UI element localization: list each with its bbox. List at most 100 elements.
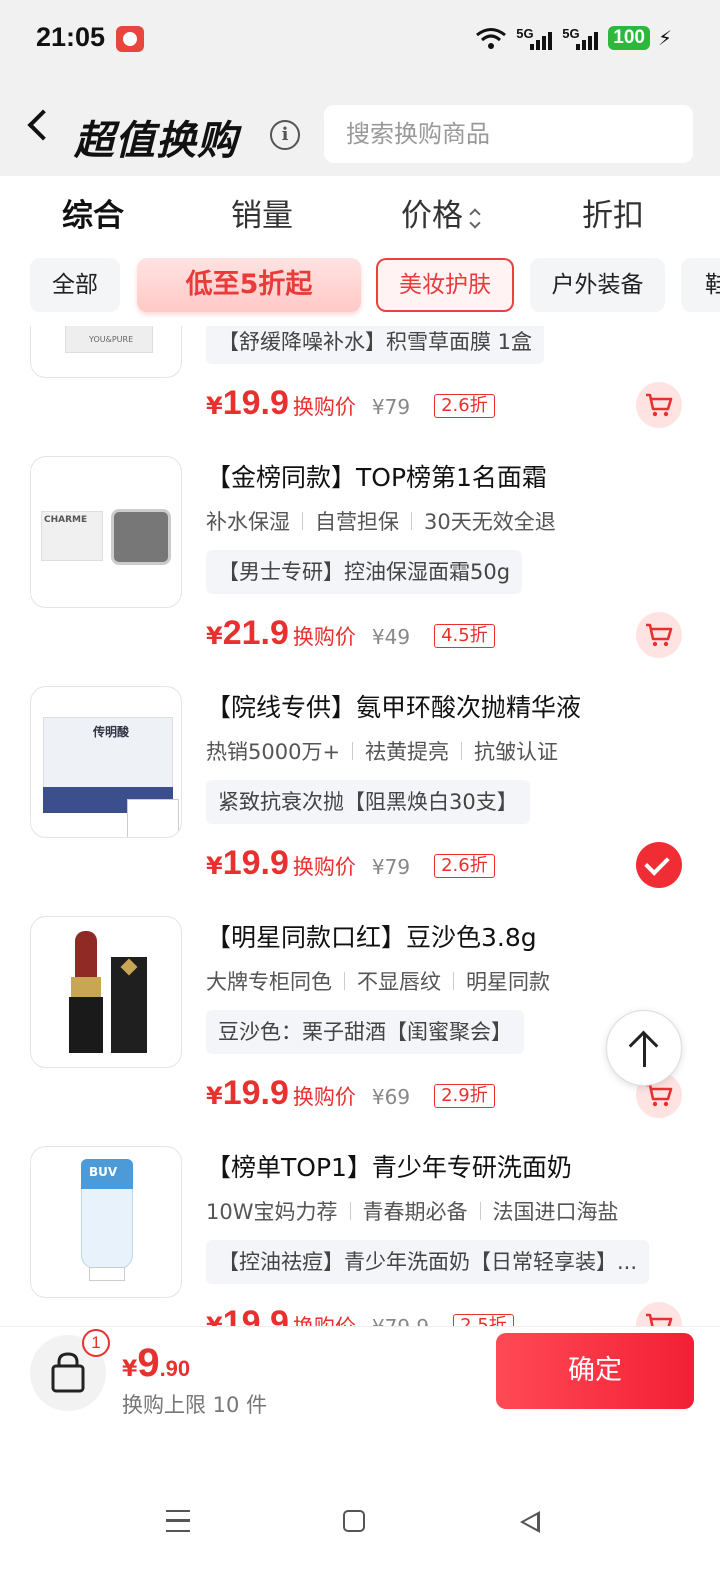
exchange-price: 19.9 — [222, 844, 289, 882]
price-row: ¥ 19.9 换购价 ¥69 2.9折 — [206, 1074, 495, 1118]
product-thumbnail: BUV — [30, 1146, 182, 1298]
exchange-price: 19.9 — [222, 1304, 289, 1326]
thumb-brand: CHARME — [44, 515, 88, 525]
original-price: ¥69 — [371, 1085, 411, 1109]
exchange-price-label: 换购价 — [292, 855, 356, 879]
info-icon[interactable]: i — [270, 120, 300, 150]
exchange-price-label: 换购价 — [292, 1085, 356, 1109]
total-currency: ¥ — [122, 1357, 138, 1382]
product-item[interactable]: 传明酸 【院线专供】氨甲环酸次抛精华液 热销5000万+ 祛黄提亮 抗皱认证 紧… — [0, 686, 720, 916]
product-tag: 热销5000万+ — [206, 740, 341, 764]
product-title[interactable]: 【院线专供】氨甲环酸次抛精华液 — [206, 688, 581, 724]
price-row: ¥ 21.9 换购价 ¥49 4.5折 — [206, 614, 495, 658]
sort-tab-price[interactable]: 价格 — [401, 190, 481, 235]
exchange-limit-text: 换购上限 10 件 — [122, 1393, 268, 1417]
sort-arrows-icon — [469, 206, 481, 230]
page-title: 超值换购 — [74, 118, 238, 164]
original-price: ¥79 — [371, 855, 411, 879]
status-icons: 5G 5G 100 ⚡ — [474, 26, 672, 50]
search-input[interactable] — [324, 105, 693, 163]
product-tag: 补水保湿 — [206, 510, 290, 534]
product-title[interactable]: 【金榜同款】TOP榜第1名面霜 — [206, 458, 547, 494]
product-tags: 补水保湿 自营担保 30天无效全退 — [206, 506, 556, 536]
app-notification-icon — [116, 26, 144, 52]
discount-badge: 2.9折 — [434, 1084, 495, 1108]
bag-count-badge: 1 — [82, 1329, 110, 1357]
chip-outdoor[interactable]: 户外装备 — [530, 258, 665, 312]
cart-icon — [646, 623, 673, 647]
discount-badge: 2.6折 — [434, 394, 495, 418]
original-price: ¥49 — [371, 625, 411, 649]
price-row: ¥ 19.9 换购价 ¥79.9 2.5折 — [206, 1304, 514, 1326]
product-item[interactable]: BUV 【榜单TOP1】青少年专研洗面奶 10W宝妈力荐 青春期必备 法国进口海… — [0, 1146, 720, 1326]
product-spec[interactable]: 【控油祛痘】青少年洗面奶【日常轻享装】... — [206, 1240, 650, 1284]
chip-shoes[interactable]: 鞋 — [681, 258, 720, 312]
bottom-bar: 1 ¥9.90 换购上限 10 件 确定 — [0, 1326, 720, 1486]
signal-icon: 5G — [516, 26, 554, 50]
product-title[interactable]: 【明星同款口红】豆沙色3.8g — [206, 918, 537, 954]
cart-icon — [646, 393, 673, 417]
category-chips: 全部 低至5折起 美妆护肤 户外装备 鞋 — [0, 248, 720, 326]
exchange-price: 21.9 — [222, 614, 289, 652]
exchange-price-label: 换购价 — [292, 395, 356, 419]
search-box[interactable] — [324, 105, 693, 163]
price-currency: ¥ — [206, 1082, 223, 1110]
chip-beauty[interactable]: 美妆护肤 — [376, 258, 514, 312]
product-spec[interactable]: 【舒缓降噪补水】积雪草面膜 1盒 — [206, 326, 545, 364]
price-currency: ¥ — [206, 1312, 223, 1326]
back-triangle-icon[interactable] — [520, 1511, 540, 1533]
total-integer: 9 — [137, 1341, 160, 1385]
chip-promo[interactable]: 低至5折起 — [137, 258, 361, 312]
product-tags: 10W宝妈力荐 青春期必备 法国进口海盐 — [206, 1196, 619, 1226]
total-decimal: .90 — [159, 1356, 191, 1381]
menu-icon[interactable] — [166, 1510, 190, 1532]
home-icon[interactable] — [343, 1510, 365, 1532]
selected-check-icon[interactable] — [636, 842, 682, 888]
product-tag: 30天无效全退 — [424, 510, 556, 534]
discount-badge: 2.6折 — [434, 854, 495, 878]
confirm-button[interactable]: 确定 — [496, 1333, 694, 1409]
original-price: ¥79.9 — [372, 1315, 429, 1326]
product-spec[interactable]: 豆沙色：栗子甜酒【闺蜜聚会】 — [206, 1010, 524, 1054]
back-icon[interactable] — [27, 109, 59, 141]
price-currency: ¥ — [206, 392, 223, 420]
total-price: ¥9.90 — [122, 1341, 190, 1386]
product-thumbnail: YOU&PURE — [30, 326, 182, 378]
cart-icon — [646, 1083, 673, 1107]
product-spec[interactable]: 紧致抗衰次抛【阻黑焕白30支】 — [206, 780, 530, 824]
battery-icon: 100 — [608, 26, 650, 50]
product-title[interactable]: 【榜单TOP1】青少年专研洗面奶 — [206, 1148, 572, 1184]
product-item[interactable]: YOU&PURE 【舒缓降噪补水】积雪草面膜 1盒 ¥ 19.9 换购价 ¥79… — [0, 326, 720, 456]
product-tag: 祛黄提亮 — [365, 740, 450, 764]
product-tag: 不显唇纹 — [357, 970, 441, 994]
signal-icon: 5G — [562, 26, 600, 50]
chip-all[interactable]: 全部 — [30, 258, 120, 312]
price-currency: ¥ — [206, 852, 223, 880]
sort-tab-price-label: 价格 — [401, 198, 463, 234]
price-row: ¥ 19.9 换购价 ¥79 2.6折 — [206, 844, 495, 888]
wifi-icon — [476, 28, 507, 49]
add-to-cart-button[interactable] — [636, 1302, 682, 1326]
sort-tab-discount[interactable]: 折扣 — [582, 190, 644, 235]
discount-badge: 4.5折 — [434, 624, 495, 648]
exchange-price: 19.9 — [222, 1074, 289, 1112]
product-item[interactable]: CHARME 【金榜同款】TOP榜第1名面霜 补水保湿 自营担保 30天无效全退… — [0, 456, 720, 686]
exchange-price-label: 换购价 — [292, 625, 356, 649]
status-bar: 21:05 5G 5G 100 ⚡ — [0, 0, 720, 80]
thumb-brand: YOU&PURE — [89, 335, 134, 344]
product-tag: 法国进口海盐 — [492, 1200, 619, 1224]
product-tag: 抗皱认证 — [474, 740, 559, 764]
scroll-to-top-button[interactable] — [606, 1010, 682, 1086]
product-tag: 青春期必备 — [362, 1200, 468, 1224]
price-row: ¥ 19.9 换购价 ¥79 2.6折 — [206, 384, 495, 428]
product-spec[interactable]: 【男士专研】控油保湿面霜50g — [206, 550, 523, 594]
add-to-cart-button[interactable] — [636, 612, 682, 658]
product-tag: 自营担保 — [315, 510, 399, 534]
sort-tab-comprehensive[interactable]: 综合 — [62, 190, 124, 235]
sort-tab-sales[interactable]: 销量 — [231, 190, 293, 235]
product-thumbnail: CHARME — [30, 456, 182, 608]
product-thumbnail: 传明酸 — [30, 686, 182, 838]
price-currency: ¥ — [206, 622, 223, 650]
product-tag: 10W宝妈力荐 — [206, 1200, 338, 1224]
add-to-cart-button[interactable] — [636, 382, 682, 428]
